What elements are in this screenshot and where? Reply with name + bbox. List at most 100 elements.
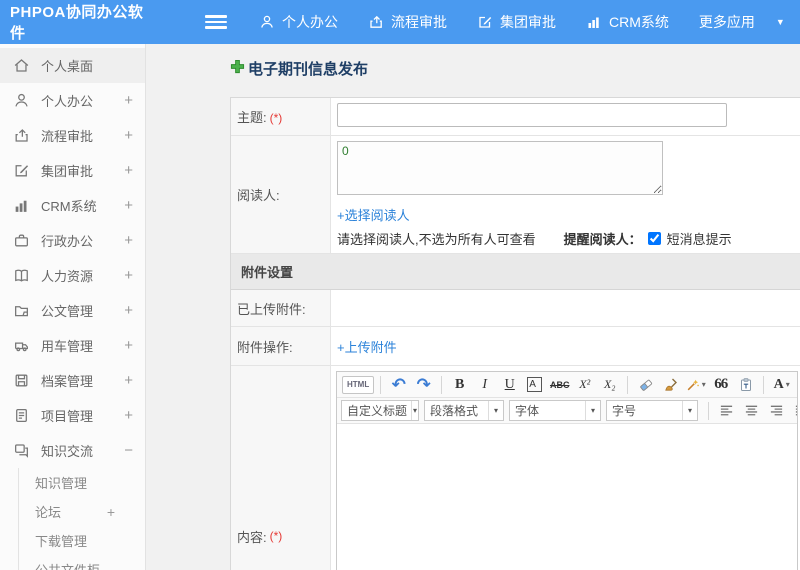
content-label: 内容: (*) xyxy=(231,366,331,570)
choose-readers-link[interactable]: +选择阅读人 xyxy=(337,205,410,224)
readers-label: 阅读人: xyxy=(231,136,331,253)
uploaded-label: 已上传附件: xyxy=(231,290,331,326)
caret-down-icon: ▾ xyxy=(701,380,706,389)
expand-plus[interactable]: + xyxy=(124,407,133,424)
sidebar-item-document-mgmt[interactable]: 公文管理 + xyxy=(0,293,145,328)
nav-crm-system[interactable]: CRM系统 xyxy=(586,12,669,32)
blockquote-button[interactable]: 66 xyxy=(709,374,732,396)
sidebar-subitem-forum[interactable]: 论坛 + xyxy=(19,497,145,526)
align-center-button[interactable] xyxy=(740,400,763,422)
caret-down-icon: ▾ xyxy=(411,401,418,420)
nav-more-apps[interactable]: 更多应用 ▼ xyxy=(699,12,785,32)
expand-plus[interactable]: + xyxy=(124,372,133,389)
sidebar-item-knowledge-exchange[interactable]: 知识交流 − xyxy=(0,433,145,468)
sidebar-item-workflow-approval[interactable]: 流程审批 + xyxy=(0,118,145,153)
expand-plus[interactable]: + xyxy=(124,92,133,109)
font-family-select[interactable]: 字体 ▾ xyxy=(509,400,601,421)
expand-plus[interactable]: + xyxy=(124,197,133,214)
expand-plus[interactable]: + xyxy=(124,267,133,284)
nav-label: 集团审批 xyxy=(500,14,556,30)
readers-textarea[interactable]: 0 xyxy=(337,141,663,195)
sidebar-item-hr[interactable]: 人力资源 + xyxy=(0,258,145,293)
sidebar-subitem-public-file-cabinet[interactable]: 公共文件柜 xyxy=(19,555,145,570)
html-source-button[interactable]: HTML xyxy=(342,375,375,394)
user-icon xyxy=(259,14,275,30)
topbar: PHPOA协同办公软件 个人办公 流程审批 集团审批 CRM系统 更多应用 ▼ xyxy=(0,0,800,44)
home-icon xyxy=(13,57,30,74)
bar-chart-icon xyxy=(586,14,602,30)
font-size-select[interactable]: 字号 ▾ xyxy=(606,400,698,421)
sidebar-item-vehicle-mgmt[interactable]: 用车管理 + xyxy=(0,328,145,363)
publish-form: 主题: (*) 阅读人: 0 +选择阅读人 请选择阅读人,不选为所有人可查看 提… xyxy=(230,97,800,570)
nav-workflow-approval[interactable]: 流程审批 xyxy=(368,12,447,32)
editor-canvas[interactable] xyxy=(337,424,797,570)
italic-button[interactable]: I xyxy=(473,374,496,396)
highlighter-icon xyxy=(796,377,797,392)
subject-input[interactable] xyxy=(337,103,727,127)
sidebar-item-personal-desktop[interactable]: 个人桌面 xyxy=(0,48,145,83)
redo-button[interactable]: ↷ xyxy=(412,374,435,396)
sidebar-item-admin-office[interactable]: 行政办公 + xyxy=(0,223,145,258)
expand-plus[interactable]: + xyxy=(124,337,133,354)
subscript-button[interactable]: X₂ xyxy=(598,374,621,396)
readers-row: 阅读人: 0 +选择阅读人 请选择阅读人,不选为所有人可查看 提醒阅读人： 短消… xyxy=(231,136,800,254)
expand-plus[interactable]: + xyxy=(124,162,133,179)
archive-icon xyxy=(13,372,30,389)
expand-minus[interactable]: − xyxy=(124,442,133,459)
nav-label: CRM系统 xyxy=(609,14,669,30)
upload-attachment-link[interactable]: +上传附件 xyxy=(337,337,397,356)
nav-label: 流程审批 xyxy=(391,14,447,30)
subject-label: 主题: (*) xyxy=(231,98,331,135)
uploaded-attachments-row: 已上传附件: xyxy=(231,290,800,327)
sidebar-item-group-approval[interactable]: 集团审批 + xyxy=(0,153,145,188)
font-style-button[interactable]: A xyxy=(527,377,543,392)
paragraph-format-select[interactable]: 段落格式 ▾ xyxy=(424,400,504,421)
nav-label: 个人办公 xyxy=(282,14,338,30)
page-title: 电子期刊信息发布 xyxy=(230,58,800,79)
briefcase-icon xyxy=(13,232,30,249)
workflow-icon xyxy=(13,127,30,144)
sms-notify-checkbox[interactable] xyxy=(647,232,661,245)
superscript-button[interactable]: X² xyxy=(573,374,596,396)
strikethrough-button[interactable]: ABC xyxy=(548,374,571,396)
eraser-button[interactable] xyxy=(634,374,657,396)
underline-button[interactable]: U xyxy=(498,374,521,396)
remind-readers-label: 提醒阅读人： xyxy=(563,232,642,247)
expand-plus[interactable]: + xyxy=(107,504,115,520)
bold-button[interactable]: B xyxy=(448,374,471,396)
nav-personal-office[interactable]: 个人办公 xyxy=(259,12,338,32)
align-right-button[interactable] xyxy=(765,400,788,422)
sidebar-item-crm[interactable]: CRM系统 + xyxy=(0,188,145,223)
undo-button[interactable]: ↶ xyxy=(387,374,410,396)
expand-plus[interactable]: + xyxy=(124,127,133,144)
workflow-icon xyxy=(368,14,384,30)
hamburger-menu-icon[interactable] xyxy=(205,15,227,29)
format-painter-button[interactable] xyxy=(659,374,682,396)
expand-plus[interactable]: + xyxy=(124,232,133,249)
attachment-operation-row: 附件操作: +上传附件 xyxy=(231,327,800,366)
main-content: 电子期刊信息发布 主题: (*) 阅读人: 0 +选择阅读人 请选择阅读人,不选… xyxy=(146,44,800,570)
caret-down-icon: ▾ xyxy=(682,401,697,420)
caret-down-icon: ▾ xyxy=(488,401,503,420)
align-left-icon xyxy=(720,405,733,416)
justify-button[interactable] xyxy=(790,400,797,422)
align-left-button[interactable] xyxy=(715,400,738,422)
font-color-button[interactable]: A ▾ xyxy=(770,374,793,396)
sidebar-item-project-mgmt[interactable]: 项目管理 + xyxy=(0,398,145,433)
sidebar-item-personal-office[interactable]: 个人办公 + xyxy=(0,83,145,118)
sidebar-subitem-knowledge-mgmt[interactable]: 知识管理 xyxy=(19,468,145,497)
custom-title-select[interactable]: 自定义标题 ▾ xyxy=(341,400,419,421)
bar-chart-icon xyxy=(13,197,30,214)
user-icon xyxy=(13,92,30,109)
chat-icon xyxy=(13,442,30,459)
sidebar-item-archive-mgmt[interactable]: 档案管理 + xyxy=(0,363,145,398)
sidebar-subitem-download-mgmt[interactable]: 下载管理 xyxy=(19,526,145,555)
autotypeset-button[interactable]: ▾ xyxy=(684,374,707,396)
paste-text-button[interactable] xyxy=(734,374,757,396)
highlight-color-button[interactable]: ▾ xyxy=(795,374,797,396)
uploaded-attachments-value xyxy=(331,290,800,326)
top-navigation: 个人办公 流程审批 集团审批 CRM系统 更多应用 ▼ xyxy=(259,12,785,32)
expand-plus[interactable]: + xyxy=(124,302,133,319)
nav-group-approval[interactable]: 集团审批 xyxy=(477,12,556,32)
attachment-op-label: 附件操作: xyxy=(231,327,331,365)
